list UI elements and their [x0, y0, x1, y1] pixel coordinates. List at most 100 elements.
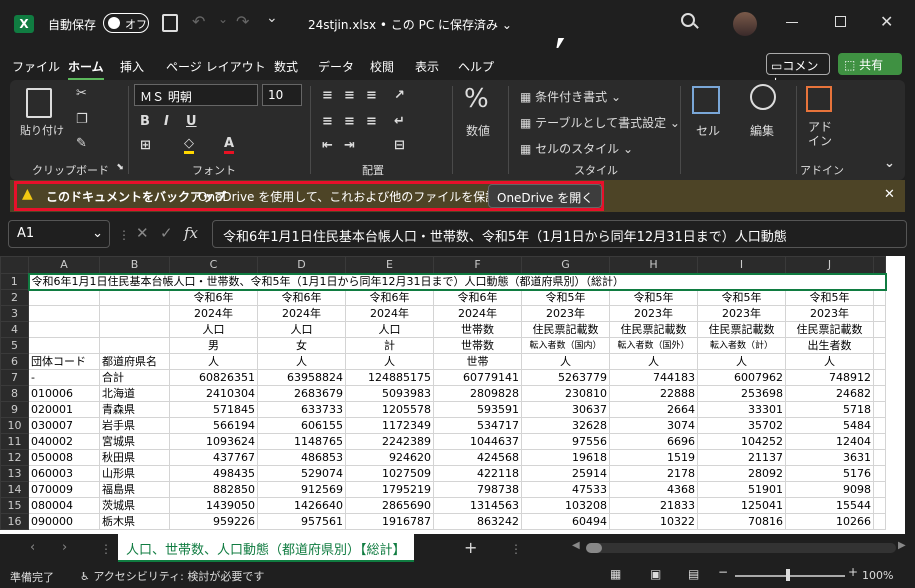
- value-cell[interactable]: 2865690: [345, 497, 434, 514]
- prefecture-cell[interactable]: 秋田県: [99, 449, 170, 466]
- align-center-icon[interactable]: ≡: [344, 114, 355, 129]
- column-header[interactable]: G: [521, 256, 610, 274]
- format-as-table-button[interactable]: ▦ テーブルとして書式設定 ⌄: [520, 114, 680, 131]
- value-cell[interactable]: 593591: [433, 401, 522, 418]
- value-cell[interactable]: 5093983: [345, 385, 434, 402]
- header-cell[interactable]: 令和6年: [257, 289, 346, 306]
- header-cell[interactable]: [28, 289, 100, 306]
- value-cell[interactable]: 748912: [785, 369, 874, 386]
- cell[interactable]: [873, 497, 886, 514]
- value-cell[interactable]: 70816: [697, 513, 786, 530]
- header-cell[interactable]: 男: [169, 337, 258, 354]
- header-cell[interactable]: 2023年: [785, 305, 874, 322]
- page-break-view-icon[interactable]: ▤: [688, 567, 699, 581]
- header-cell[interactable]: 2024年: [345, 305, 434, 322]
- header-cell[interactable]: [28, 337, 100, 354]
- value-cell[interactable]: 2410304: [169, 385, 258, 402]
- value-cell[interactable]: 10322: [609, 513, 698, 530]
- indent-increase-icon[interactable]: ⇥: [344, 138, 355, 153]
- code-cell[interactable]: 030007: [28, 417, 100, 434]
- align-left-icon[interactable]: ≡: [322, 114, 333, 129]
- bold-icon[interactable]: B: [140, 114, 150, 129]
- format-painter-icon[interactable]: ✎: [76, 136, 87, 151]
- row-header[interactable]: 8: [0, 385, 29, 402]
- paste-button[interactable]: 貼り付け: [20, 122, 64, 138]
- row-header[interactable]: 14: [0, 481, 29, 498]
- row-header[interactable]: 9: [0, 401, 29, 418]
- code-cell[interactable]: 040002: [28, 433, 100, 450]
- name-box-dropdown-icon[interactable]: ⌄: [92, 226, 103, 241]
- value-cell[interactable]: 1148765: [257, 433, 346, 450]
- cells-icon[interactable]: [692, 86, 720, 114]
- value-cell[interactable]: 1205578: [345, 401, 434, 418]
- italic-icon[interactable]: I: [164, 114, 169, 129]
- value-cell[interactable]: 10266: [785, 513, 874, 530]
- value-cell[interactable]: 12404: [785, 433, 874, 450]
- formula-input[interactable]: 令和6年1月1日住民基本台帳人口・世帯数、令和5年（1月1日から同年12月31日…: [212, 220, 907, 248]
- value-cell[interactable]: 2242389: [345, 433, 434, 450]
- header-cell[interactable]: [99, 289, 170, 306]
- header-cell[interactable]: 令和6年: [169, 289, 258, 306]
- autosave-toggle[interactable]: オフ: [103, 13, 149, 33]
- column-header[interactable]: J: [785, 256, 874, 274]
- align-top-icon[interactable]: ≡: [322, 88, 333, 103]
- cancel-entry-icon[interactable]: ✕: [136, 224, 149, 242]
- value-cell[interactable]: 1795219: [345, 481, 434, 498]
- header-cell[interactable]: 令和5年: [697, 289, 786, 306]
- open-onedrive-button[interactable]: OneDrive を開く: [488, 184, 603, 208]
- tab-split-icon[interactable]: ⋮: [510, 542, 522, 556]
- value-cell[interactable]: 957561: [257, 513, 346, 530]
- prefecture-cell[interactable]: 宮城県: [99, 433, 170, 450]
- column-header[interactable]: H: [609, 256, 698, 274]
- accessibility-status[interactable]: ♿ アクセシビリティ: 検討が必要です: [80, 568, 264, 584]
- value-cell[interactable]: 5484: [785, 417, 874, 434]
- row-header[interactable]: 3: [0, 305, 29, 322]
- value-cell[interactable]: 3631: [785, 449, 874, 466]
- close-notification-icon[interactable]: ✕: [884, 187, 895, 202]
- font-name-select[interactable]: ＭＳ 明朝: [134, 84, 258, 106]
- column-header[interactable]: B: [99, 256, 170, 274]
- column-header[interactable]: C: [169, 256, 258, 274]
- zoom-slider[interactable]: [735, 575, 845, 577]
- editing-button[interactable]: 編集: [750, 122, 774, 139]
- row-header[interactable]: 2: [0, 289, 29, 306]
- zoom-out-icon[interactable]: −: [718, 565, 728, 579]
- value-cell[interactable]: 529074: [257, 465, 346, 482]
- row-header[interactable]: 7: [0, 369, 29, 386]
- close-window-icon[interactable]: ✕: [880, 12, 893, 31]
- menu-insert[interactable]: 挿入: [120, 58, 144, 75]
- header-cell[interactable]: 転入者数（計）: [697, 337, 786, 354]
- header-cell[interactable]: 人: [169, 353, 258, 370]
- value-cell[interactable]: 47533: [521, 481, 610, 498]
- value-cell[interactable]: 19618: [521, 449, 610, 466]
- prefecture-cell[interactable]: 北海道: [99, 385, 170, 402]
- align-middle-icon[interactable]: ≡: [344, 88, 355, 103]
- value-cell[interactable]: 633733: [257, 401, 346, 418]
- value-cell[interactable]: 422118: [433, 465, 522, 482]
- value-cell[interactable]: 9098: [785, 481, 874, 498]
- prefecture-cell[interactable]: 岩手県: [99, 417, 170, 434]
- code-cell[interactable]: 080004: [28, 497, 100, 514]
- header-cell[interactable]: 人: [257, 353, 346, 370]
- value-cell[interactable]: 498435: [169, 465, 258, 482]
- copy-icon[interactable]: ❐: [76, 112, 88, 127]
- value-cell[interactable]: 60779141: [433, 369, 522, 386]
- row-header[interactable]: 10: [0, 417, 29, 434]
- cells-button[interactable]: セル: [696, 122, 720, 139]
- header-cell[interactable]: 2023年: [609, 305, 698, 322]
- row-header[interactable]: 12: [0, 449, 29, 466]
- header-cell[interactable]: 住民票記載数: [785, 321, 874, 338]
- header-cell[interactable]: 住民票記載数: [609, 321, 698, 338]
- value-cell[interactable]: 2664: [609, 401, 698, 418]
- customize-quick-access-icon[interactable]: ⌄: [266, 10, 278, 26]
- code-cell[interactable]: 010006: [28, 385, 100, 402]
- menu-home[interactable]: ホーム: [68, 58, 104, 81]
- value-cell[interactable]: 21833: [609, 497, 698, 514]
- menu-review[interactable]: 校閲: [370, 58, 394, 75]
- zoom-in-icon[interactable]: +: [848, 565, 858, 579]
- scroll-right-icon[interactable]: ▶: [898, 540, 906, 551]
- value-cell[interactable]: 21137: [697, 449, 786, 466]
- spreadsheet-grid[interactable]: A B C D E F G H I J 1 令和6年1月1日住民基本台帳人口・世…: [0, 256, 905, 534]
- value-cell[interactable]: 486853: [257, 449, 346, 466]
- value-cell[interactable]: 4368: [609, 481, 698, 498]
